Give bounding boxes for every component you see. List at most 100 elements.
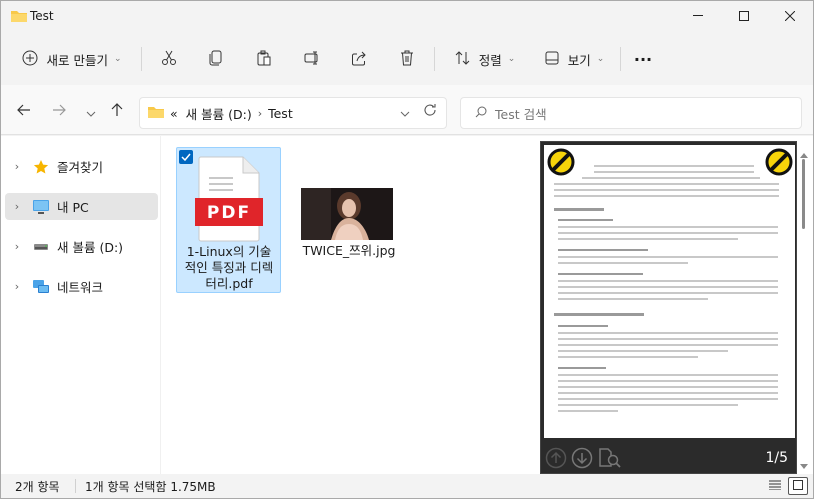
- trash-icon: [399, 50, 415, 69]
- network-icon: [31, 278, 51, 296]
- chevron-down-icon: [86, 103, 96, 121]
- chevron-right-icon[interactable]: ›: [7, 160, 27, 173]
- file-item-pdf[interactable]: PDF 1-Linux의 기술 적인 특징과 디렉터리.pdf: [176, 147, 281, 293]
- chevron-down-icon: ⌄: [507, 54, 516, 64]
- pdf-page-preview: [544, 145, 795, 438]
- share-icon: [351, 50, 367, 69]
- paste-button[interactable]: [251, 45, 277, 73]
- window-title: Test: [30, 9, 54, 23]
- breadcrumb-drive[interactable]: 새 볼륨 (D:): [186, 104, 252, 123]
- toolbar-divider: [141, 47, 142, 71]
- file-name: 1-Linux의 기술 적인 특징과 디렉터리.pdf: [184, 244, 274, 291]
- file-name: TWICE_쯔위.jpg: [302, 243, 396, 258]
- address-row: « 새 볼륨 (D:) › Test Test 검색: [1, 85, 813, 135]
- navigation-pane: › 즐겨찾기 › 내 PC › 새 볼륨 (D:) › 네트워크: [1, 136, 161, 474]
- sort-button-label: 정렬: [478, 52, 502, 68]
- chevron-right-icon[interactable]: ›: [7, 200, 27, 213]
- toolbar-divider: [434, 47, 435, 71]
- rename-icon: [304, 50, 320, 69]
- sidebar-item-label: 네트워크: [57, 280, 104, 295]
- sort-button[interactable]: 정렬 ⌄: [447, 45, 523, 73]
- arrow-right-icon: [52, 103, 66, 121]
- list-view-icon: [769, 479, 781, 493]
- address-bar[interactable]: « 새 볼륨 (D:) › Test: [139, 97, 447, 129]
- cut-button[interactable]: [156, 45, 182, 73]
- arrow-up-icon: [110, 103, 124, 121]
- preview-pane: 1/5: [540, 141, 797, 474]
- scroll-down-icon[interactable]: [800, 459, 808, 473]
- chevron-right-icon[interactable]: ›: [258, 107, 262, 120]
- status-divider: [75, 479, 76, 493]
- selection-checkbox[interactable]: [179, 150, 193, 164]
- pc-icon: [31, 198, 51, 216]
- chevron-down-icon: ⌄: [596, 54, 605, 64]
- sidebar-item-this-pc[interactable]: › 내 PC: [5, 193, 158, 220]
- chevron-right-icon[interactable]: ›: [7, 240, 27, 253]
- search-icon: [475, 106, 487, 121]
- folder-icon: [11, 9, 27, 26]
- file-item-jpg[interactable]: TWICE_쯔위.jpg: [299, 147, 399, 293]
- star-icon: [31, 158, 51, 176]
- up-button[interactable]: [107, 102, 127, 122]
- copy-icon: [208, 50, 224, 69]
- chevron-down-icon: ⌄: [113, 54, 122, 64]
- status-bar: 2개 항목 1개 항목 선택함 1.75MB: [1, 474, 813, 498]
- search-placeholder: Test 검색: [495, 106, 547, 122]
- view-button-label: 보기: [567, 52, 591, 68]
- sidebar-item-network[interactable]: › 네트워크: [5, 273, 158, 300]
- sidebar-item-favorites[interactable]: › 즐겨찾기: [5, 153, 158, 180]
- recent-locations-button[interactable]: [81, 102, 101, 122]
- clipboard-icon: [256, 50, 272, 69]
- no-symbol-logo: [765, 148, 793, 179]
- new-button-label: 새로 만들기: [46, 52, 108, 68]
- toolbar-divider: [620, 47, 621, 71]
- selection-info: 1개 항목 선택함 1.75MB: [85, 479, 216, 494]
- content-area: › 즐겨찾기 › 내 PC › 새 볼륨 (D:) › 네트워크 PDF 1-L…: [1, 136, 813, 474]
- sidebar-item-label: 내 PC: [57, 200, 89, 215]
- arrow-left-icon: [17, 103, 31, 121]
- sidebar-item-label: 새 볼륨 (D:): [57, 240, 124, 255]
- scissors-icon: [161, 50, 177, 69]
- view-icon: [544, 50, 560, 69]
- maximize-button[interactable]: [721, 1, 767, 31]
- command-bar: 새로 만들기 ⌄ 정렬 ⌄ 보기 ⌄ ···: [1, 33, 813, 85]
- refresh-button[interactable]: [420, 102, 440, 122]
- details-view-button[interactable]: [765, 478, 785, 494]
- next-page-icon[interactable]: [571, 447, 593, 472]
- sidebar-item-label: 즐겨찾기: [57, 160, 104, 175]
- preview-scrollbar[interactable]: [797, 141, 811, 474]
- pdf-badge: PDF: [206, 203, 252, 223]
- close-button[interactable]: [767, 1, 813, 31]
- address-overflow[interactable]: «: [170, 106, 178, 121]
- scrollbar-thumb[interactable]: [802, 159, 805, 229]
- file-explorer-window: Test 새로 만들기 ⌄ 정렬 ⌄ 보기 ⌄ ··· « 새 볼륨 (D:) …: [0, 0, 814, 499]
- folder-icon: [148, 105, 164, 122]
- forward-button[interactable]: [49, 102, 69, 122]
- refresh-icon: [423, 103, 437, 121]
- address-dropdown-icon[interactable]: [400, 106, 410, 120]
- chevron-right-icon[interactable]: ›: [7, 280, 27, 293]
- minimize-button[interactable]: [675, 1, 721, 31]
- tiles-view-icon: [793, 479, 803, 493]
- pdf-file-icon: PDF: [195, 156, 263, 242]
- back-button[interactable]: [14, 102, 34, 122]
- more-options-button[interactable]: ···: [629, 45, 657, 73]
- view-button[interactable]: 보기 ⌄: [536, 45, 612, 73]
- sidebar-item-volume-d[interactable]: › 새 볼륨 (D:): [5, 233, 158, 260]
- new-button[interactable]: 새로 만들기 ⌄: [13, 45, 131, 73]
- image-thumbnail: [301, 188, 393, 240]
- delete-button[interactable]: [394, 45, 420, 73]
- drive-icon: [31, 238, 51, 256]
- copy-button[interactable]: [203, 45, 229, 73]
- page-indicator: 1/5: [765, 450, 788, 466]
- share-button[interactable]: [346, 45, 372, 73]
- search-input[interactable]: Test 검색: [460, 97, 802, 129]
- tiles-view-button[interactable]: [788, 477, 808, 495]
- title-bar: Test: [1, 1, 813, 33]
- breadcrumb-current-folder[interactable]: Test: [268, 106, 293, 121]
- zoom-page-icon[interactable]: [598, 447, 622, 472]
- prev-page-icon[interactable]: [545, 447, 567, 472]
- sort-icon: [455, 50, 471, 69]
- rename-button[interactable]: [299, 45, 325, 73]
- file-list: PDF 1-Linux의 기술 적인 특징과 디렉터리.pdf TWICE_쯔위…: [161, 136, 536, 474]
